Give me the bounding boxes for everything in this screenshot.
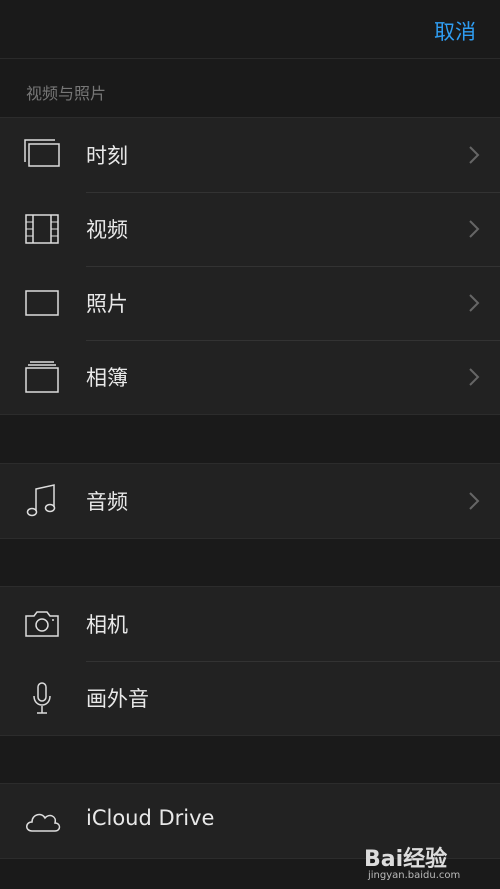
row-videos[interactable]: 视频	[0, 192, 500, 266]
microphone-icon	[22, 678, 62, 718]
capture-group: 相机 画外音	[0, 586, 500, 736]
row-label: 音频	[86, 490, 128, 514]
media-group: 时刻 视频 照片 相簿	[0, 117, 500, 415]
section-header-video-photos: 视频与照片	[26, 84, 107, 103]
row-photos[interactable]: 照片	[0, 266, 500, 340]
chevron-right-icon	[468, 219, 480, 239]
row-label: 画外音	[86, 687, 149, 711]
row-camera[interactable]: 相机	[0, 587, 500, 661]
music-note-icon	[22, 481, 62, 521]
row-albums[interactable]: 相簿	[0, 340, 500, 414]
chevron-right-icon	[468, 367, 480, 387]
photo-icon	[22, 283, 62, 323]
chevron-right-icon	[468, 145, 480, 165]
row-audio[interactable]: 音频	[0, 464, 500, 538]
chevron-right-icon	[468, 491, 480, 511]
row-label: 时刻	[86, 144, 128, 168]
chevron-right-icon	[468, 293, 480, 313]
film-icon	[22, 209, 62, 249]
cancel-button[interactable]: 取消	[434, 16, 476, 46]
cloud-icon	[22, 801, 62, 841]
row-label: 相簿	[86, 366, 128, 390]
watermark-brand: Bai经验	[364, 847, 448, 872]
audio-group: 音频	[0, 463, 500, 539]
camera-icon	[22, 604, 62, 644]
top-bar: 取消	[0, 0, 500, 59]
row-label: iCloud Drive	[86, 806, 215, 830]
row-label: 视频	[86, 218, 128, 242]
row-label: 相机	[86, 613, 128, 637]
row-label: 照片	[86, 292, 128, 316]
row-voiceover[interactable]: 画外音	[0, 661, 500, 735]
watermark-url: jingyan.baidu.com	[368, 870, 461, 881]
albums-icon	[22, 357, 62, 397]
row-moments[interactable]: 时刻	[0, 118, 500, 192]
moments-icon	[22, 135, 62, 175]
baidu-jingyan-watermark: Bai经验 jingyan.baidu.com	[364, 841, 494, 885]
